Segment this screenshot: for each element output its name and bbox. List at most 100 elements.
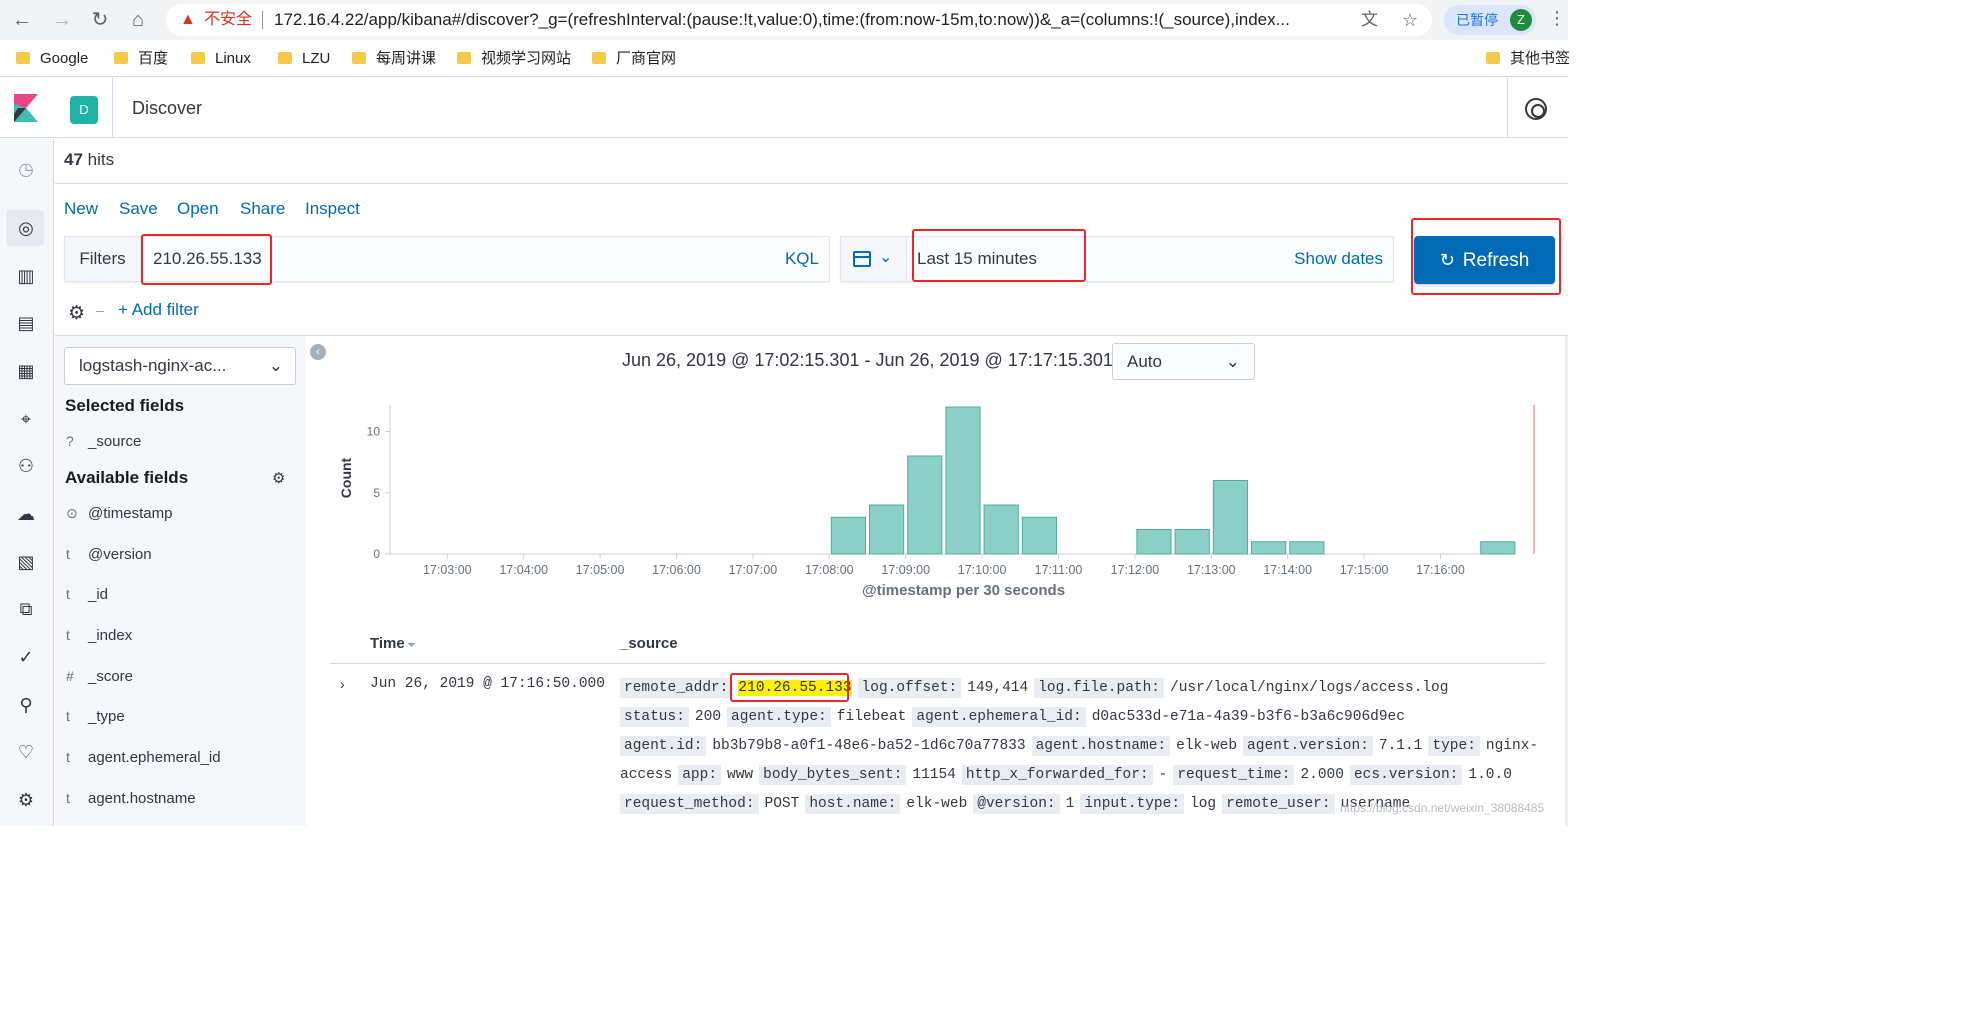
uptime-icon[interactable]: ✓ — [15, 646, 37, 668]
field-item[interactable]: t _id — [66, 584, 108, 604]
folder-icon — [278, 52, 292, 64]
calendar-icon — [853, 251, 871, 267]
add-filter-button[interactable]: + Add filter — [118, 300, 199, 320]
source-field-value: elk-web — [906, 796, 968, 812]
reload-icon[interactable]: ↻ — [88, 8, 112, 32]
management-gear-icon[interactable]: ⚙ — [15, 789, 37, 811]
bookmark-vendor[interactable]: 厂商官网 — [592, 48, 676, 70]
field-item[interactable]: ? _source — [66, 431, 141, 451]
browser-menu-icon[interactable]: ⋮ — [1548, 8, 1566, 29]
forward-icon[interactable]: → — [50, 8, 74, 32]
bookmark-weekly[interactable]: 每周讲课 — [352, 48, 436, 70]
histogram-bar[interactable] — [1289, 541, 1325, 555]
field-type-icon: t — [66, 790, 70, 806]
url-text[interactable]: 172.16.4.22/app/kibana#/discover?_g=(ref… — [274, 4, 1346, 36]
bookmark-video[interactable]: 视频学习网站 — [457, 48, 571, 70]
help-icon[interactable] — [1525, 98, 1547, 120]
source-field-key: app: — [678, 765, 722, 785]
field-item[interactable]: t agent.ephemeral_id — [66, 747, 221, 767]
histogram-bar[interactable] — [1212, 480, 1248, 555]
source-field-value: /usr/local/nginx/logs/access.log — [1170, 680, 1449, 696]
column-header-time[interactable]: Time ⏷ — [370, 635, 416, 652]
recent-icon[interactable]: ◷ — [15, 158, 37, 180]
histogram-bar[interactable] — [1251, 541, 1287, 555]
profile-paused-chip[interactable]: 已暂停 Z — [1444, 5, 1536, 35]
bookmark-other[interactable]: 其他书签 — [1486, 48, 1570, 70]
visualize-icon[interactable]: ▥ — [15, 265, 37, 287]
histogram-bar[interactable] — [945, 406, 981, 555]
field-item[interactable]: t _index — [66, 625, 132, 645]
menu-open[interactable]: Open — [177, 199, 219, 219]
histogram-bar[interactable] — [907, 455, 943, 555]
dev-tools-icon[interactable]: ⚲ — [15, 694, 37, 716]
source-field-value: nginx- — [1485, 738, 1539, 754]
source-field-key: request_time: — [1173, 765, 1295, 785]
field-type-icon: t — [66, 749, 70, 765]
filters-label: Filters — [65, 237, 141, 281]
histogram-bar[interactable] — [1480, 541, 1516, 555]
histogram-chart[interactable]: 0 5 10 17:03:00 17:04:00 17:05:00 17:06:00 17:0… — [330, 395, 1550, 605]
field-item[interactable]: ⊙ @timestamp — [66, 503, 172, 523]
field-name: _type — [88, 708, 125, 725]
menu-share[interactable]: Share — [240, 199, 285, 219]
collapse-sidebar-icon[interactable]: ‹ — [310, 344, 326, 360]
logs-icon[interactable]: ▧ — [15, 551, 37, 573]
x-tick-label: 17:06:00 — [652, 563, 701, 577]
quick-menu-button[interactable]: ⌄ — [841, 237, 907, 281]
x-axis-title: @timestamp per 30 seconds — [862, 582, 1066, 599]
index-pattern-select[interactable]: logstash-nginx-ac... ⌄ — [64, 347, 296, 385]
discover-compass-icon[interactable]: ◎ — [15, 217, 37, 239]
menu-save[interactable]: Save — [119, 199, 158, 219]
monitoring-icon[interactable]: ♡ — [15, 741, 37, 763]
show-dates-link[interactable]: Show dates — [1294, 237, 1383, 281]
field-item[interactable]: # _score — [66, 666, 133, 686]
source-field-key: ecs.version: — [1349, 765, 1463, 785]
filter-settings-gear-icon[interactable]: ⚙ — [68, 302, 85, 325]
bookmark-lzu[interactable]: LZU — [278, 48, 330, 70]
menu-inspect[interactable]: Inspect — [305, 199, 360, 219]
bookmark-star-icon[interactable]: ☆ — [1402, 4, 1418, 36]
kibana-logo-icon[interactable] — [14, 94, 38, 122]
maps-icon[interactable]: ⌖ — [15, 408, 37, 430]
bookmark-linux[interactable]: Linux — [191, 48, 251, 70]
source-field-key: body_bytes_sent: — [759, 765, 907, 785]
ml-icon[interactable]: ⚇ — [15, 455, 37, 477]
field-item[interactable]: t agent.hostname — [66, 788, 196, 808]
histogram-bar[interactable] — [830, 516, 866, 555]
address-bar[interactable]: ▲ 不安全 172.16.4.22/app/kibana#/discover?_… — [166, 4, 1432, 36]
field-type-icon: t — [66, 586, 70, 602]
bookmarks-bar: Google 百度 Linux LZU 每周讲课 视频学习网站 厂商官网 其他书… — [0, 40, 1570, 77]
histogram-bar[interactable] — [1021, 516, 1057, 555]
canvas-icon[interactable]: ▦ — [15, 360, 37, 382]
interval-select[interactable]: Auto ⌄ — [1112, 343, 1255, 380]
field-item[interactable]: t _type — [66, 706, 125, 726]
source-line: request_method: POST host.name: elk-web @ver… — [620, 792, 1416, 816]
bookmark-google[interactable]: Google — [16, 48, 88, 70]
infrastructure-icon[interactable]: ☁ — [15, 503, 37, 525]
field-name: agent.hostname — [88, 790, 196, 807]
kql-toggle[interactable]: KQL — [785, 237, 819, 281]
back-icon[interactable]: ← — [10, 8, 34, 32]
apm-icon[interactable]: ⧉ — [15, 598, 37, 620]
dashboard-icon[interactable]: ▤ — [15, 312, 37, 334]
field-type-icon: ? — [66, 433, 74, 449]
space-avatar[interactable]: D — [70, 96, 98, 124]
field-settings-gear-icon[interactable]: ⚙ — [272, 469, 285, 487]
index-pattern-label: logstash-nginx-ac... — [79, 356, 227, 375]
home-icon[interactable]: ⌂ — [126, 8, 150, 32]
chevron-down-icon: ⌄ — [1225, 352, 1240, 371]
histogram-bar[interactable] — [983, 504, 1019, 555]
source-field-value: 149,414 — [967, 680, 1029, 696]
histogram-bar[interactable] — [869, 504, 905, 555]
header-divider — [1507, 78, 1508, 138]
field-item[interactable]: t @version — [66, 544, 152, 564]
menu-new[interactable]: New — [64, 199, 98, 219]
source-field-value: 11154 — [912, 767, 956, 783]
translate-icon[interactable]: 文 — [1361, 4, 1378, 36]
histogram-bar[interactable] — [1136, 529, 1172, 555]
expand-row-chevron-icon[interactable]: › — [340, 676, 345, 692]
bookmark-baidu[interactable]: 百度 — [114, 48, 168, 70]
scrollbar[interactable] — [1565, 336, 1568, 826]
histogram-bar[interactable] — [1174, 529, 1210, 555]
x-tick-label: 17:09:00 — [881, 563, 930, 577]
